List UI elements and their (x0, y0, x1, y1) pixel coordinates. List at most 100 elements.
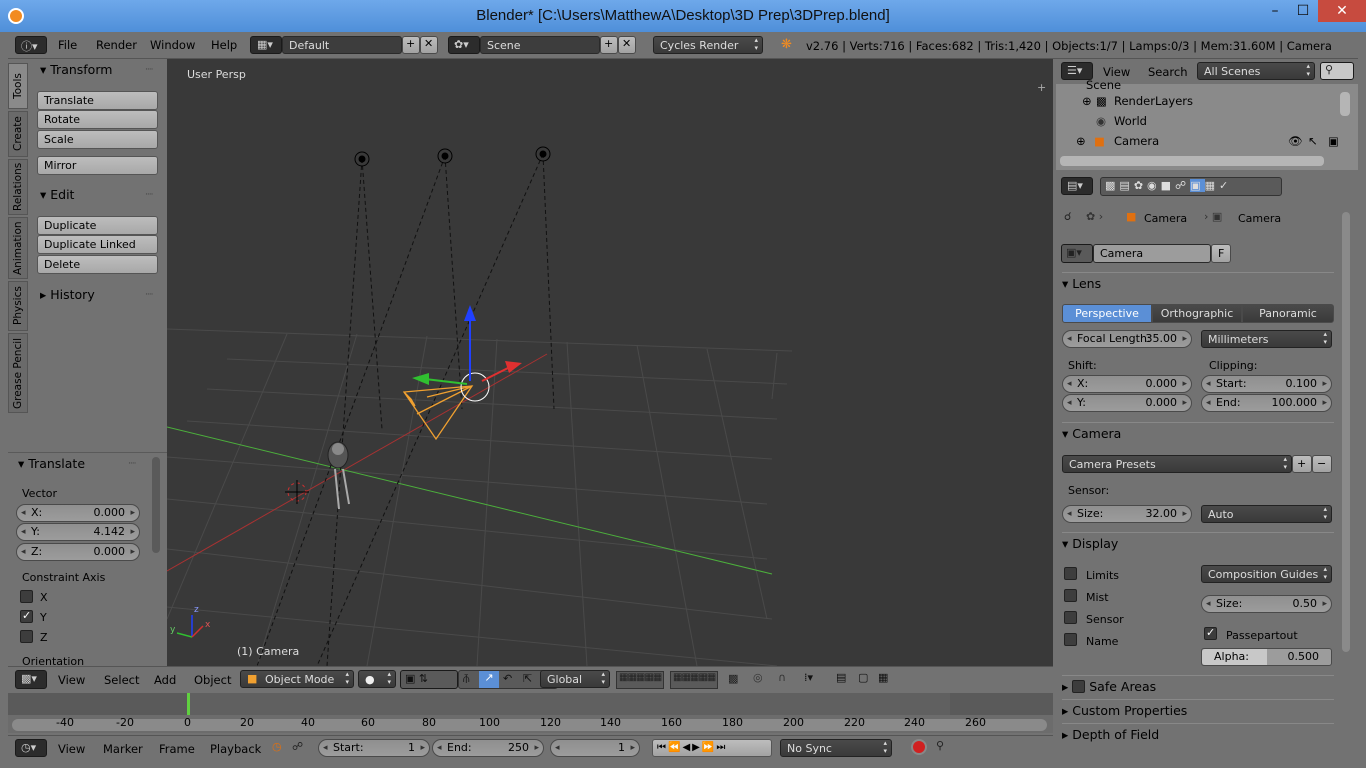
render-tab-icon[interactable]: ▩ (1105, 179, 1119, 192)
camera-data-tab-icon[interactable]: ▣ (1190, 179, 1205, 192)
limits-checkbox[interactable] (1064, 567, 1077, 580)
drag-handle-icon[interactable]: ···· (145, 190, 154, 200)
remove-scene-button[interactable]: ✕ (618, 36, 636, 54)
transform-orientation-select[interactable]: Global (540, 670, 610, 688)
lens-unit-select[interactable]: Millimeters (1201, 330, 1332, 348)
x-gizmo-arrow[interactable] (481, 366, 511, 382)
translate-operator-header[interactable]: ▾ Translate (18, 456, 85, 471)
expand-icon[interactable]: ⊕ (1076, 134, 1086, 148)
tab-tools[interactable]: Tools (8, 63, 28, 109)
playback-controls[interactable]: ⏮⏪◀▶⏩⏭ (652, 739, 772, 757)
opengl-render-icon[interactable]: ▤ (836, 671, 846, 684)
menu-object[interactable]: Object (194, 673, 231, 687)
menu-view[interactable]: View (58, 742, 85, 756)
menu-playback[interactable]: Playback (210, 742, 261, 756)
proportional-edit-icon[interactable]: ◎ (753, 671, 763, 684)
sensor-checkbox[interactable] (1064, 611, 1077, 624)
duplicate-linked-button[interactable]: Duplicate Linked (37, 235, 158, 254)
menu-window[interactable]: Window (150, 38, 195, 52)
translate-button[interactable]: Translate (37, 91, 158, 110)
tree-row-renderlayers[interactable]: ⊕ ▩ RenderLayers (1082, 94, 1366, 114)
operator-scrollbar[interactable] (152, 457, 160, 553)
alpha-slider[interactable]: Alpha: 0.500 (1201, 648, 1332, 666)
tab-relations[interactable]: Relations (8, 159, 28, 215)
perspective-button[interactable]: Perspective (1062, 304, 1152, 323)
safe-areas-checkbox[interactable] (1072, 680, 1086, 693)
physics-tab-icon[interactable]: ✓ (1219, 179, 1232, 192)
menu-add[interactable]: Add (154, 673, 176, 687)
constraints-tab-icon[interactable]: ☍ (1175, 179, 1190, 192)
orthographic-button[interactable]: Orthographic (1152, 304, 1242, 323)
tab-grease-pencil[interactable]: Grease Pencil (8, 333, 28, 413)
selectable-cursor-icon[interactable]: ↖ (1308, 134, 1318, 148)
outliner-v-scrollbar[interactable] (1340, 92, 1350, 116)
tab-animation[interactable]: Animation (8, 217, 28, 279)
pin-icon[interactable]: ☌ (1064, 210, 1071, 223)
preview-range-icon[interactable]: ◷ (272, 740, 282, 753)
close-button[interactable]: ✕ (1318, 0, 1366, 22)
display-size-field[interactable]: Size: 0.50 (1201, 595, 1332, 613)
composition-guides-select[interactable]: Composition Guides (1201, 565, 1332, 583)
layer-buttons-1[interactable]: ▦▦▦▦▦ (616, 671, 664, 689)
expand-icon[interactable]: ⊕ (1082, 94, 1092, 108)
drag-handle-icon[interactable]: ···· (145, 65, 154, 75)
tab-create[interactable]: Create (8, 111, 28, 157)
lens-panel-header[interactable]: ▾ Lens (1062, 272, 1334, 292)
scene-tab-icon[interactable]: ✿ (1134, 179, 1147, 192)
maximize-button[interactable]: ☐ (1290, 0, 1316, 22)
outliner-h-scrollbar[interactable] (1060, 156, 1324, 166)
duplicate-button[interactable]: Duplicate (37, 216, 158, 235)
play-icon[interactable]: ▶ (692, 742, 702, 753)
vector-x-field[interactable]: X: 0.000 (16, 504, 140, 522)
y-gizmo-head[interactable] (412, 373, 429, 385)
depth-of-field-panel-header[interactable]: ▸ Depth of Field (1062, 723, 1334, 743)
custom-properties-panel-header[interactable]: ▸ Custom Properties (1062, 699, 1334, 719)
editor-type-button[interactable]: ▩▾ (15, 670, 47, 689)
pivot-snap-group[interactable]: ▣ ⇅ (400, 670, 458, 689)
add-layout-button[interactable]: + (402, 36, 420, 54)
clip-start-field[interactable]: Start: 0.100 (1201, 375, 1332, 393)
focal-length-field[interactable]: Focal Length: 35.00 (1062, 330, 1192, 348)
layers-tab-icon[interactable]: ▤ (1119, 179, 1133, 192)
layer-buttons-2[interactable]: ▦▦▦▦▦ (670, 671, 718, 689)
scale-manipulator-icon[interactable]: ⇱ (523, 672, 532, 685)
menu-frame[interactable]: Frame (159, 742, 195, 756)
timeline-scrollbar[interactable] (12, 719, 1047, 731)
rotate-button[interactable]: Rotate (37, 110, 158, 129)
layout-name-field[interactable]: Default (282, 36, 402, 54)
camera-datablock-field[interactable]: Camera (1093, 244, 1211, 263)
translate-manipulator-icon[interactable]: ↗ (479, 671, 499, 688)
menu-marker[interactable]: Marker (103, 742, 143, 756)
menu-view[interactable]: View (1103, 65, 1130, 79)
drag-handle-icon[interactable]: ···· (145, 290, 154, 300)
history-panel-header[interactable]: ▸ History (40, 287, 95, 302)
texture-tab-icon[interactable]: ▦ (1205, 179, 1219, 192)
constraint-z-checkbox[interactable] (20, 630, 33, 643)
editor-type-button[interactable]: ▤▾ (1061, 177, 1093, 195)
drag-handle-icon[interactable]: ···· (128, 459, 137, 469)
current-frame-field[interactable]: 1 (550, 739, 640, 757)
camera-data-browse[interactable]: ▣▾ (1061, 244, 1093, 263)
remove-layout-button[interactable]: ✕ (420, 36, 438, 54)
scene-name-field[interactable]: Scene (480, 36, 600, 54)
screen-layout-browse[interactable]: ▦▾ (250, 36, 282, 54)
shading-select[interactable]: ● (358, 670, 396, 688)
region-toggle-plus-icon[interactable]: + (1037, 81, 1046, 94)
sensor-fit-select[interactable]: Auto (1201, 505, 1332, 523)
edit-panel-header[interactable]: ▾ Edit (40, 187, 74, 202)
add-scene-button[interactable]: + (600, 36, 618, 54)
3d-viewport[interactable]: User Persp (1) Camera z y x + (167, 59, 1053, 666)
mirror-button[interactable]: Mirror (37, 156, 158, 175)
y-gizmo-arrow[interactable] (424, 378, 468, 385)
panoramic-button[interactable]: Panoramic (1242, 304, 1334, 323)
transform-panel-header[interactable]: ▾ Transform (40, 62, 112, 77)
jump-start-icon[interactable]: ⏮ (657, 742, 668, 753)
lock-icon[interactable]: ☍ (292, 740, 303, 753)
minimize-button[interactable]: – (1262, 0, 1288, 22)
add-preset-button[interactable]: + (1292, 455, 1312, 473)
end-frame-field[interactable]: End: 250 (432, 739, 544, 757)
scale-button[interactable]: Scale (37, 130, 158, 149)
vector-y-field[interactable]: Y: 4.142 (16, 523, 140, 541)
camera-panel-header[interactable]: ▾ Camera (1062, 422, 1334, 442)
camera-presets-select[interactable]: Camera Presets (1062, 455, 1292, 473)
